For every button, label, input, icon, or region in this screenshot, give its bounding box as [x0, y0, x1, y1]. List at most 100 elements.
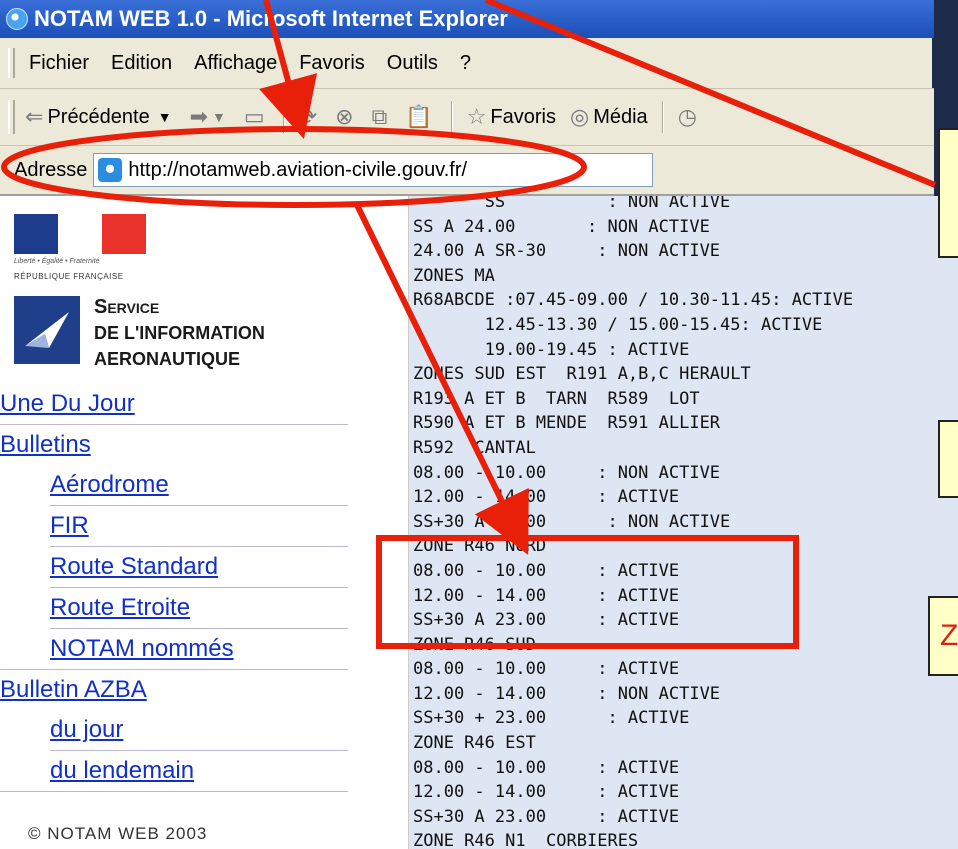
nav-bulletin-azba[interactable]: Bulletin AZBA [0, 670, 408, 710]
refresh-button[interactable]: ⟳ [299, 104, 321, 130]
bulletin-line: 12.00 - 14.00 : ACTIVE [413, 487, 680, 508]
back-button[interactable]: ⇐ Précédente ▼ [25, 104, 176, 130]
window-title: NOTAM WEB 1.0 - Microsoft Internet Explo… [34, 6, 508, 31]
toolbar-separator [282, 101, 285, 133]
bulletin-line: R68ABCDE :07.45-09.00 / 10.30-11.45: ACT… [413, 290, 854, 311]
bulletin-line: SS+30 A 23.00 : ACTIVE [413, 610, 680, 631]
media-button[interactable]: ◎ Média [570, 104, 648, 130]
page-icon: ▭ [243, 104, 265, 129]
bulletin-line: SS : NON ACTIVE [413, 196, 731, 212]
french-flag-logo [14, 214, 146, 254]
bulletin-line: SS+30 A 23.00 : NON ACTIVE [413, 511, 731, 532]
bulletin-line: ZONES SUD EST R191 A,B,C HERAULT [413, 364, 751, 385]
menu-affichage[interactable]: Affichage [194, 52, 277, 75]
history-button[interactable]: ◷ [678, 104, 701, 130]
favorites-label: Favoris [490, 105, 556, 128]
paste-button[interactable]: 📋 [405, 104, 436, 130]
bulletin-text: SS : NON ACTIVE SS A 24.00 : NON ACTIVE 24… [413, 196, 853, 849]
bulletin-line: R193 A ET B TARN R589 LOT [413, 388, 700, 409]
media-icon: ◎ [570, 104, 590, 129]
history-icon: ◷ [677, 104, 697, 129]
bulletin-line: SS A 24.00 : NON ACTIVE [413, 216, 710, 237]
callout-box-bottom: Z [928, 596, 958, 676]
menu-bar: Fichier Edition Affichage Favoris Outils… [0, 38, 958, 89]
nav-aerodrome[interactable]: Aérodrome [0, 465, 408, 505]
bulletin-line: ZONE R46 N1 CORBIERES [413, 831, 639, 849]
divider [0, 791, 348, 792]
favorites-icon: ☆ [466, 104, 487, 129]
bulletin-line: R592 CANTAL [413, 437, 536, 458]
stop-page-button[interactable]: ▭ [244, 104, 269, 130]
forward-button[interactable]: ➡ ▼ [190, 104, 230, 130]
bulletin-line: ZONE R46 SUD [413, 634, 536, 655]
copy-icon: ⧉ [371, 104, 388, 129]
media-label: Média [593, 105, 648, 128]
page-icon [98, 158, 123, 182]
callout-box-top [938, 128, 958, 258]
toolbar-grip[interactable] [8, 100, 15, 134]
copyright: © NOTAM WEB 2003 [28, 824, 208, 843]
copy-button[interactable]: ⧉ [372, 104, 392, 130]
address-bar: Adresse http://notamweb.aviation-civile.… [0, 146, 958, 196]
callout-box-middle [938, 420, 958, 498]
sidebar: Liberté • Égalité • Fraternité RÉPUBLIQU… [0, 196, 409, 849]
republique-francaise-label: RÉPUBLIQUE FRANÇAISE [14, 272, 124, 281]
org-line-1: Service [94, 296, 160, 318]
menu-outils[interactable]: Outils [387, 52, 438, 75]
nav-fir[interactable]: FIR [0, 506, 408, 546]
bulletin-line: ZONES MA [413, 265, 495, 286]
favorites-button[interactable]: ☆ Favoris [467, 104, 556, 130]
bulletin-line: SS+30 A 23.00 : ACTIVE [413, 806, 680, 827]
toolbar-separator [661, 101, 664, 133]
nav-une-du-jour[interactable]: Une Du Jour [0, 384, 408, 424]
nav-azba-du-lendemain[interactable]: du lendemain [0, 751, 408, 791]
sia-plane-logo-icon [14, 296, 80, 364]
bulletin-line: 08.00 - 10.00 : ACTIVE [413, 659, 680, 680]
sidebar-navigation: Une Du Jour Bulletins Aérodrome FIR Rout… [0, 384, 408, 792]
paste-icon: 📋 [405, 104, 433, 129]
bulletin-line: ZONE R46 EST [413, 733, 536, 754]
stop-icon: ⊗ [335, 104, 354, 129]
refresh-icon: ⟳ [298, 104, 318, 129]
back-arrow-icon: ⇐ [25, 104, 44, 129]
standard-toolbar: ⇐ Précédente ▼ ➡ ▼ ▭ ⟳ ⊗ ⧉ 📋 ☆ Favoris ◎… [0, 89, 958, 146]
address-label: Adresse [14, 158, 88, 181]
dropdown-arrow-icon[interactable]: ▼ [158, 109, 172, 125]
internet-explorer-icon [6, 8, 28, 30]
bulletin-line: SS+30 + 23.00 : ACTIVE [413, 708, 690, 729]
nav-bulletins[interactable]: Bulletins [0, 425, 408, 465]
menu-edition[interactable]: Edition [111, 52, 172, 75]
stop-button[interactable]: ⊗ [335, 104, 357, 130]
bulletin-line: 08.00 - 10.00 : NON ACTIVE [413, 462, 721, 483]
menu-fichier[interactable]: Fichier [29, 52, 89, 75]
callout-text-fragment: Z [940, 619, 958, 652]
window-title-bar: NOTAM WEB 1.0 - Microsoft Internet Explo… [0, 0, 958, 38]
dropdown-arrow-icon[interactable]: ▼ [212, 109, 226, 125]
bulletin-line: ZONE R46 NORD [413, 536, 547, 557]
org-line-2: DE L'INFORMATION [94, 323, 265, 343]
forward-arrow-icon: ➡ [189, 104, 209, 129]
bulletin-content: SS : NON ACTIVE SS A 24.00 : NON ACTIVE 24… [409, 196, 958, 849]
bulletin-line: 12.45-13.30 / 15.00-15.45: ACTIVE [413, 314, 823, 335]
bulletin-line: 08.00 - 10.00 : ACTIVE [413, 560, 680, 581]
bulletin-line: 24.00 A SR-30 : NON ACTIVE [413, 241, 721, 262]
address-input[interactable]: http://notamweb.aviation-civile.gouv.fr/ [93, 153, 654, 187]
menu-help[interactable]: ? [460, 52, 471, 75]
republic-motto: Liberté • Égalité • Fraternité [14, 258, 100, 265]
bulletin-line: 12.00 - 14.00 : ACTIVE [413, 585, 680, 606]
bulletin-line: 19.00-19.45 : ACTIVE [413, 339, 690, 360]
bulletin-line: 08.00 - 10.00 : ACTIVE [413, 757, 680, 778]
toolbar-separator [450, 101, 453, 133]
bulletin-line: 12.00 - 14.00 : ACTIVE [413, 782, 680, 803]
sia-organization-name: Service DE L'INFORMATION AERONAUTIQUE [94, 294, 265, 372]
nav-route-standard[interactable]: Route Standard [0, 547, 408, 587]
nav-azba-du-jour[interactable]: du jour [0, 710, 408, 750]
menu-favoris[interactable]: Favoris [299, 52, 365, 75]
nav-route-etroite[interactable]: Route Etroite [0, 588, 408, 628]
toolbar-grip[interactable] [8, 48, 15, 78]
bulletin-line: 12.00 - 14.00 : NON ACTIVE [413, 683, 721, 704]
bulletin-line: R590 A ET B MENDE R591 ALLIER [413, 413, 721, 434]
address-url[interactable]: http://notamweb.aviation-civile.gouv.fr/ [128, 159, 467, 182]
back-button-label: Précédente [47, 105, 150, 128]
nav-notam-nommes[interactable]: NOTAM nommés [0, 629, 408, 669]
